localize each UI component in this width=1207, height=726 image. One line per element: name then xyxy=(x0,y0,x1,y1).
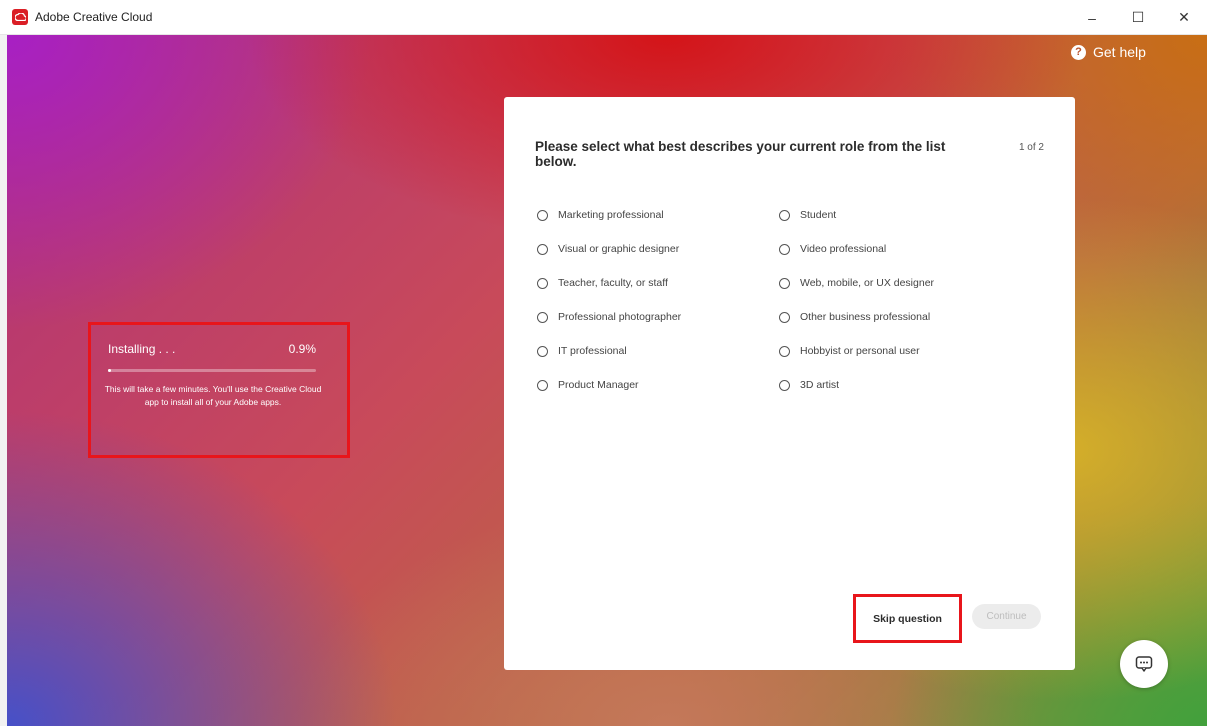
install-progress-panel: Installing . . . 0.9% This will take a f… xyxy=(88,322,350,458)
role-option-label: Other business professional xyxy=(800,311,931,323)
survey-question: Please select what best describes your c… xyxy=(535,139,946,169)
help-circle-icon: ? xyxy=(1071,44,1086,60)
install-status-row: Installing . . . 0.9% xyxy=(108,342,316,356)
role-option-label: Product Manager xyxy=(558,379,639,391)
radio-button[interactable] xyxy=(779,311,790,323)
get-help-link[interactable]: ? Get help xyxy=(1071,44,1146,60)
radio-button[interactable] xyxy=(779,243,790,255)
skip-question-button[interactable]: Skip question xyxy=(865,609,950,629)
role-survey-dialog: Please select what best describes your c… xyxy=(504,97,1075,670)
role-option[interactable]: Student xyxy=(779,209,836,221)
chat-icon xyxy=(1135,656,1153,672)
continue-button[interactable]: Continue xyxy=(972,604,1041,629)
role-option-label: Visual or graphic designer xyxy=(558,243,680,255)
role-option[interactable]: IT professional xyxy=(537,345,627,357)
radio-button[interactable] xyxy=(537,345,548,357)
role-option-label: Video professional xyxy=(800,243,887,255)
role-option-label: Professional photographer xyxy=(558,311,682,323)
role-option-label: Hobbyist or personal user xyxy=(800,345,920,357)
role-option[interactable]: Web, mobile, or UX designer xyxy=(779,277,934,289)
install-message: This will take a few minutes. You'll use… xyxy=(104,384,322,407)
window-title: Adobe Creative Cloud xyxy=(35,10,153,24)
role-option[interactable]: Hobbyist or personal user xyxy=(779,345,920,357)
role-option-label: Web, mobile, or UX designer xyxy=(800,277,935,289)
install-percent: 0.9% xyxy=(288,342,316,356)
role-option[interactable]: Other business professional xyxy=(779,311,930,323)
radio-button[interactable] xyxy=(779,277,790,289)
radio-button[interactable] xyxy=(537,209,548,221)
role-option-label: Student xyxy=(800,209,837,221)
radio-button[interactable] xyxy=(537,311,548,323)
role-option[interactable]: Video professional xyxy=(779,243,886,255)
window-controls: – ☐ ✕ xyxy=(1069,0,1207,35)
window-edge xyxy=(0,35,7,726)
role-option[interactable]: Teacher, faculty, or staff xyxy=(537,277,668,289)
close-button[interactable]: ✕ xyxy=(1161,0,1207,35)
role-option[interactable]: Professional photographer xyxy=(537,311,681,323)
role-option[interactable]: 3D artist xyxy=(779,379,839,391)
role-option-label: 3D artist xyxy=(800,379,840,391)
radio-button[interactable] xyxy=(779,345,790,357)
install-status-label: Installing . . . xyxy=(108,342,176,356)
chat-button[interactable] xyxy=(1120,640,1168,688)
maximize-button[interactable]: ☐ xyxy=(1115,0,1161,35)
radio-button[interactable] xyxy=(537,277,548,289)
role-option[interactable]: Marketing professional xyxy=(537,209,664,221)
minimize-button[interactable]: – xyxy=(1069,0,1115,35)
step-indicator: 1 of 2 xyxy=(1018,142,1044,153)
radio-button[interactable] xyxy=(537,243,548,255)
get-help-label: Get help xyxy=(1093,44,1146,60)
creative-cloud-icon xyxy=(12,9,28,25)
role-option-label: Marketing professional xyxy=(558,209,664,221)
radio-button[interactable] xyxy=(779,209,790,221)
install-progress-bar xyxy=(108,369,316,372)
radio-button[interactable] xyxy=(779,379,790,391)
role-option-label: IT professional xyxy=(558,345,627,357)
role-option-label: Teacher, faculty, or staff xyxy=(558,277,668,289)
title-bar: Adobe Creative Cloud – ☐ ✕ xyxy=(0,0,1207,35)
role-option[interactable]: Product Manager xyxy=(537,379,639,391)
radio-button[interactable] xyxy=(537,379,548,391)
install-progress-fill xyxy=(108,369,112,372)
skip-question-highlight: Skip question xyxy=(853,594,962,643)
role-option[interactable]: Visual or graphic designer xyxy=(537,243,679,255)
